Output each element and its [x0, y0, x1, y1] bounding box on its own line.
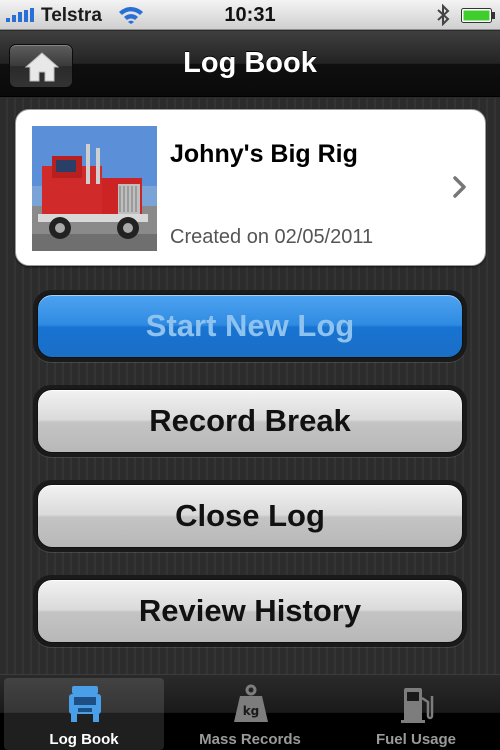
start-new-log-button[interactable]: Start New Log	[37, 294, 463, 358]
status-time: 10:31	[224, 4, 276, 26]
tab-mass-records[interactable]: kg Mass Records	[170, 678, 330, 750]
tab-label-log-book: Log Book	[49, 731, 119, 748]
record-break-frame: Record Break	[33, 385, 467, 457]
main-content: Johny's Big Rig Created on 02/05/2011 St…	[0, 98, 500, 674]
record-break-button[interactable]: Record Break	[37, 389, 463, 453]
tab-bar: Log Book kg Mass Records Fuel Usage	[0, 674, 500, 750]
vehicle-created-date: Created on 02/05/2011	[170, 226, 374, 248]
tab-log-book[interactable]: Log Book	[4, 678, 164, 750]
kg-weight-icon: kg	[234, 684, 268, 722]
vehicle-card[interactable]: Johny's Big Rig Created on 02/05/2011	[15, 109, 486, 266]
start-new-log-frame: Start New Log	[33, 290, 467, 362]
bluetooth-icon	[437, 4, 450, 26]
truck-photo	[32, 126, 157, 251]
fuel-pump-icon	[401, 688, 434, 723]
review-history-button[interactable]: Review History	[37, 579, 463, 643]
tab-fuel-usage[interactable]: Fuel Usage	[336, 678, 496, 750]
vehicle-name: Johny's Big Rig	[170, 140, 358, 168]
navigation-bar: Log Book	[0, 31, 500, 97]
page-title: Log Book	[183, 47, 317, 79]
chevron-right-icon	[453, 176, 466, 198]
svg-text:kg: kg	[243, 704, 260, 718]
status-bar: Telstra 10:31	[0, 0, 500, 30]
truck-icon	[69, 686, 101, 722]
battery-icon	[461, 8, 495, 23]
close-log-button[interactable]: Close Log	[37, 484, 463, 548]
review-history-frame: Review History	[33, 575, 467, 647]
tab-label-fuel-usage: Fuel Usage	[375, 731, 457, 748]
close-log-frame: Close Log	[33, 480, 467, 552]
tab-label-mass-records: Mass Records	[199, 731, 301, 748]
